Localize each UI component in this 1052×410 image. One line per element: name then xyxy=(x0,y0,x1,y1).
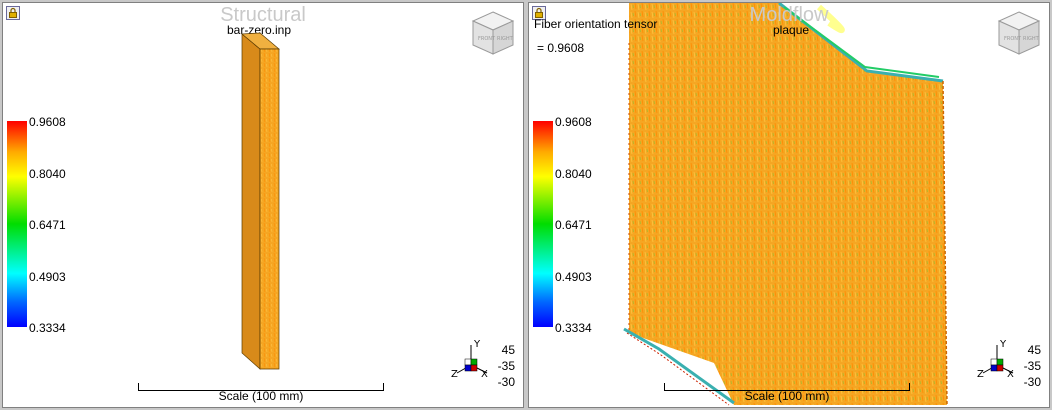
scale-label: Scale (100 mm) xyxy=(218,389,304,403)
moldflow-viewport[interactable]: Moldflow Fiber orientation tensor = 0.96… xyxy=(528,2,1050,408)
legend-value: 0.6471 xyxy=(29,218,66,232)
axis-triad-icon: Y X Z xyxy=(977,339,1014,379)
bar-model xyxy=(241,32,280,370)
axis-y-label: Y xyxy=(999,339,1007,350)
legend-min: 0.3334 xyxy=(29,321,66,335)
view-cube-icon[interactable]: FRONT RIGHT xyxy=(995,9,1043,57)
structural-viewport[interactable]: Structural bar-zero.inp 0.9608 0.8040 0.… xyxy=(2,2,524,408)
view-angles: 45 -35 -30 xyxy=(1017,343,1041,389)
angle-value: -35 xyxy=(1023,359,1041,373)
result-value: = 0.9608 xyxy=(537,41,585,55)
svg-text:RIGHT: RIGHT xyxy=(1023,36,1040,42)
angle-value: -35 xyxy=(497,359,515,373)
legend-value: 0.8040 xyxy=(29,167,66,181)
svg-text:FRONT: FRONT xyxy=(478,36,496,42)
legend-value: 0.4903 xyxy=(29,270,66,284)
legend-value: 0.8040 xyxy=(555,167,592,181)
legend-max: 0.9608 xyxy=(29,115,66,129)
axis-z-label: Z xyxy=(977,369,984,379)
axis-x-label: X xyxy=(1007,369,1014,379)
legend-min: 0.3334 xyxy=(555,321,592,335)
axis-triad-icon: Y X Z xyxy=(451,339,488,379)
view-angles: 45 -35 -30 xyxy=(491,343,515,389)
plaque-model xyxy=(623,3,948,406)
angle-value: -30 xyxy=(1023,375,1041,389)
svg-text:RIGHT: RIGHT xyxy=(497,36,514,42)
axis-z-label: Z xyxy=(451,369,458,379)
legend-value: 0.4903 xyxy=(555,270,592,284)
result-name: Fiber orientation tensor xyxy=(534,17,658,31)
legend-color-bar xyxy=(533,121,553,327)
view-cube-icon[interactable]: FRONT RIGHT xyxy=(469,9,517,57)
legend-color-bar xyxy=(7,121,27,327)
angle-value: 45 xyxy=(1027,343,1041,357)
angle-value: -30 xyxy=(497,375,515,389)
legend-value: 0.6471 xyxy=(555,218,592,232)
axis-y-label: Y xyxy=(473,339,481,350)
legend-max: 0.9608 xyxy=(555,115,592,129)
axis-x-label: X xyxy=(481,369,488,379)
angle-value: 45 xyxy=(501,343,515,357)
svg-text:FRONT: FRONT xyxy=(1004,36,1022,42)
model-file-name: plaque xyxy=(773,23,810,37)
scale-label: Scale (100 mm) xyxy=(744,389,830,403)
